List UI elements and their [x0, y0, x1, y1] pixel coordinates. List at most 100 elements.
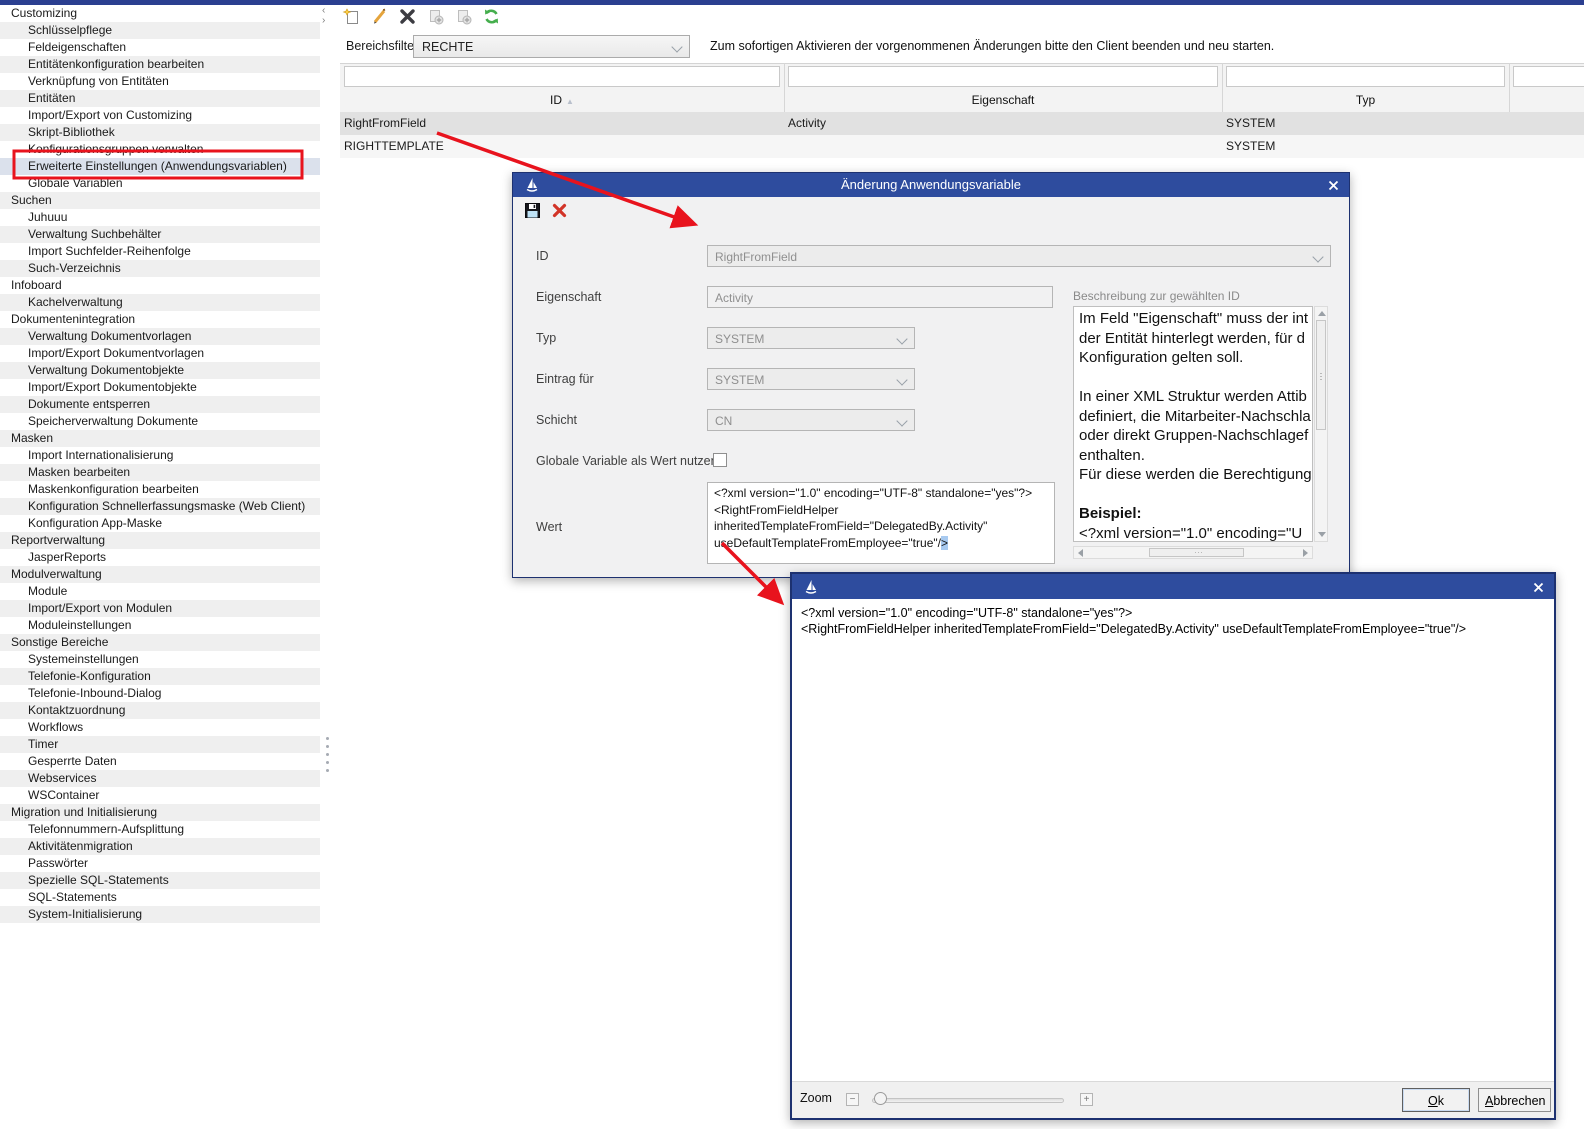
- sidebar-item[interactable]: Customizing: [0, 5, 320, 22]
- schicht-combobox[interactable]: CN: [707, 409, 915, 431]
- sidebar-item[interactable]: Such-Verzeichnis: [0, 260, 320, 277]
- sidebar-item[interactable]: Gesperrte Daten: [0, 753, 320, 770]
- sidebar-item[interactable]: Verwaltung Dokumentobjekte: [0, 362, 320, 379]
- dialog2-titlebar[interactable]: [792, 574, 1554, 599]
- ok-button[interactable]: Ok: [1402, 1088, 1470, 1112]
- sidebar-item[interactable]: Aktivitätenmigration: [0, 838, 320, 855]
- sidebar-item[interactable]: Migration und Initialisierung: [0, 804, 320, 821]
- sidebar-item[interactable]: Sonstige Bereiche: [0, 634, 320, 651]
- collapse-right-icon[interactable]: ›: [322, 16, 325, 26]
- sidebar-item[interactable]: WSContainer: [0, 787, 320, 804]
- sidebar-item[interactable]: Import Internationalisierung: [0, 447, 320, 464]
- sidebar-item[interactable]: Webservices: [0, 770, 320, 787]
- edit-entry-icon[interactable]: [368, 6, 390, 27]
- xml-view-area[interactable]: <?xml version="1.0" encoding="UTF-8" sta…: [792, 599, 1554, 1081]
- duplicate-entry-icon[interactable]: [424, 6, 446, 27]
- sidebar-item[interactable]: System-Initialisierung: [0, 906, 320, 923]
- column-filter-input-id[interactable]: [344, 66, 780, 87]
- sidebar-item[interactable]: Import Suchfelder-Reihenfolge: [0, 243, 320, 260]
- sidebar-item[interactable]: Import/Export Dokumentobjekte: [0, 379, 320, 396]
- scroll-up-icon[interactable]: [1318, 311, 1326, 316]
- sidebar-item[interactable]: Dokumente entsperren: [0, 396, 320, 413]
- sidebar-item[interactable]: Verknüpfung von Entitäten: [0, 73, 320, 90]
- new-entry-icon[interactable]: [340, 6, 362, 27]
- sidebar-item[interactable]: Telefonie-Inbound-Dialog: [0, 685, 320, 702]
- sidebar-item[interactable]: Globale Variablen: [0, 175, 320, 192]
- save-icon[interactable]: [521, 200, 543, 221]
- zoom-slider-thumb[interactable]: [874, 1092, 887, 1105]
- column-header-extra[interactable]: [1509, 90, 1584, 110]
- sidebar-item[interactable]: Masken bearbeiten: [0, 464, 320, 481]
- scroll-right-icon[interactable]: [1303, 549, 1308, 557]
- sidebar-item[interactable]: Telefonnummern-Aufsplittung: [0, 821, 320, 838]
- duplicate-entry-alt-icon[interactable]: [452, 6, 474, 27]
- sidebar-item[interactable]: Import/Export von Customizing: [0, 107, 320, 124]
- sidebar-item[interactable]: Masken: [0, 430, 320, 447]
- sidebar-item[interactable]: Timer: [0, 736, 320, 753]
- dialog1-close-icon[interactable]: [1326, 178, 1340, 192]
- zoom-out-button[interactable]: −: [846, 1093, 859, 1106]
- sidebar-item[interactable]: Import/Export von Modulen: [0, 600, 320, 617]
- sidebar-item[interactable]: Workflows: [0, 719, 320, 736]
- column-header-id[interactable]: ID▲: [340, 90, 784, 110]
- sidebar-item[interactable]: Kontaktzuordnung: [0, 702, 320, 719]
- zoom-in-button[interactable]: +: [1080, 1093, 1093, 1106]
- table-row[interactable]: RightFromFieldActivitySYSTEM: [340, 112, 1584, 135]
- sidebar-item[interactable]: SQL-Statements: [0, 889, 320, 906]
- sidebar-splitter[interactable]: ‹ ›: [320, 5, 335, 1129]
- scroll-down-icon[interactable]: [1318, 532, 1326, 537]
- column-filter-input-eigenschaft[interactable]: [788, 66, 1218, 87]
- eigenschaft-field[interactable]: Activity: [707, 286, 1053, 308]
- sidebar-item[interactable]: Infoboard: [0, 277, 320, 294]
- column-filter-input-extra[interactable]: [1513, 66, 1584, 87]
- bereichsfilter-combobox[interactable]: RECHTE: [413, 35, 690, 58]
- sidebar-item[interactable]: Systemeinstellungen: [0, 651, 320, 668]
- description-vscrollbar[interactable]: [1314, 306, 1328, 542]
- globale-variable-checkbox[interactable]: [713, 453, 727, 467]
- sidebar-item[interactable]: Dokumentenintegration: [0, 311, 320, 328]
- sidebar-item[interactable]: Moduleinstellungen: [0, 617, 320, 634]
- zoom-slider-track[interactable]: [872, 1098, 1064, 1103]
- sidebar-item[interactable]: Suchen: [0, 192, 320, 209]
- dialog1-titlebar[interactable]: Änderung Anwendungsvariable: [513, 173, 1349, 197]
- sidebar-item[interactable]: Konfigurationsgruppen verwalten: [0, 141, 320, 158]
- column-header-typ[interactable]: Typ: [1222, 90, 1509, 110]
- eintrag-fuer-combobox[interactable]: SYSTEM: [707, 368, 915, 390]
- sidebar-item[interactable]: Skript-Bibliothek: [0, 124, 320, 141]
- wert-textarea[interactable]: <?xml version="1.0" encoding="UTF-8" sta…: [707, 482, 1055, 564]
- sidebar-item[interactable]: Verwaltung Dokumentvorlagen: [0, 328, 320, 345]
- column-filter-input-typ[interactable]: [1226, 66, 1505, 87]
- sidebar-item[interactable]: Speicherverwaltung Dokumente: [0, 413, 320, 430]
- column-header-eigenschaft[interactable]: Eigenschaft: [784, 90, 1222, 110]
- sidebar-item[interactable]: Konfiguration App-Maske: [0, 515, 320, 532]
- dialog2-close-icon[interactable]: [1531, 580, 1545, 594]
- sidebar-item[interactable]: Module: [0, 583, 320, 600]
- scroll-left-icon[interactable]: [1078, 549, 1083, 557]
- beschreibung-textbox[interactable]: Im Feld "Eigenschaft" muss der intder En…: [1073, 306, 1313, 542]
- sidebar-item[interactable]: Erweiterte Einstellungen (Anwendungsvari…: [0, 158, 320, 175]
- refresh-icon[interactable]: [480, 6, 502, 27]
- table-row[interactable]: RIGHTTEMPLATESYSTEM: [340, 135, 1584, 158]
- typ-combobox[interactable]: SYSTEM: [707, 327, 915, 349]
- sidebar-item[interactable]: Schlüsselpflege: [0, 22, 320, 39]
- cancel-edit-icon[interactable]: [548, 200, 570, 221]
- sidebar-item[interactable]: Konfiguration Schnellerfassungsmaske (We…: [0, 498, 320, 515]
- sidebar-item[interactable]: Spezielle SQL-Statements: [0, 872, 320, 889]
- sidebar-item[interactable]: Modulverwaltung: [0, 566, 320, 583]
- id-combobox[interactable]: RightFromField: [707, 245, 1331, 267]
- vscroll-thumb[interactable]: [1316, 320, 1326, 430]
- sidebar-item[interactable]: Feldeigenschaften: [0, 39, 320, 56]
- description-hscrollbar[interactable]: [1073, 546, 1313, 559]
- sidebar-item[interactable]: Passwörter: [0, 855, 320, 872]
- cancel-button[interactable]: Abbrechen: [1478, 1088, 1551, 1112]
- sidebar-item[interactable]: Telefonie-Konfiguration: [0, 668, 320, 685]
- sidebar-item[interactable]: Kachelverwaltung: [0, 294, 320, 311]
- sidebar-item[interactable]: Verwaltung Suchbehälter: [0, 226, 320, 243]
- sidebar-item[interactable]: Juhuuu: [0, 209, 320, 226]
- sidebar-item[interactable]: Entitäten: [0, 90, 320, 107]
- sidebar-item[interactable]: Import/Export Dokumentvorlagen: [0, 345, 320, 362]
- sidebar-item[interactable]: Maskenkonfiguration bearbeiten: [0, 481, 320, 498]
- sidebar-item[interactable]: Entitätenkonfiguration bearbeiten: [0, 56, 320, 73]
- hscroll-thumb[interactable]: [1149, 548, 1244, 557]
- sidebar-item[interactable]: Reportverwaltung: [0, 532, 320, 549]
